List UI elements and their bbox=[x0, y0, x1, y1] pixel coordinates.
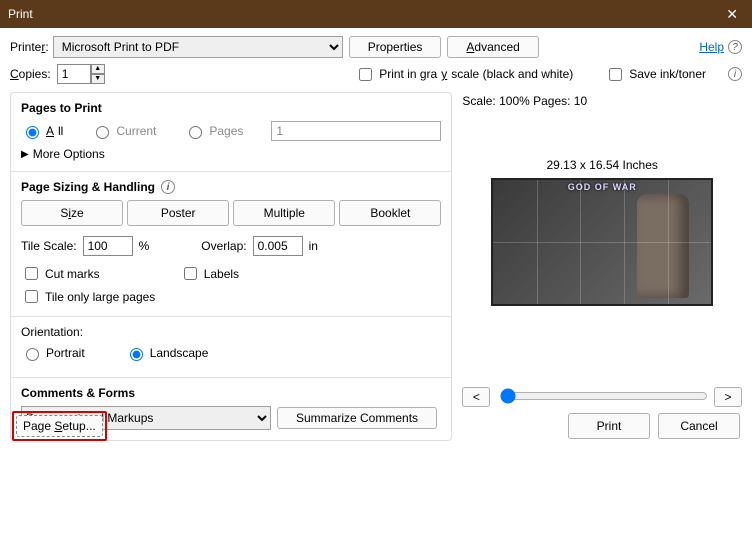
scale-pages-label: Scale: 100% Pages: 10 bbox=[462, 94, 587, 108]
more-options-toggle[interactable]: ▶More Options bbox=[21, 147, 441, 161]
booklet-button[interactable]: Booklet bbox=[339, 200, 441, 226]
pages-current-radio[interactable]: Current bbox=[91, 123, 156, 139]
prev-page-button[interactable]: < bbox=[462, 387, 490, 407]
zoom-slider[interactable] bbox=[500, 388, 708, 404]
poster-button[interactable]: Poster bbox=[127, 200, 229, 226]
size-button[interactable]: Size bbox=[21, 200, 123, 226]
percent-label: % bbox=[139, 239, 150, 253]
next-page-button[interactable]: > bbox=[714, 387, 742, 407]
tilescale-input[interactable] bbox=[83, 236, 133, 256]
window-title: Print bbox=[8, 7, 33, 21]
overlap-input[interactable] bbox=[253, 236, 303, 256]
unit-label: in bbox=[309, 239, 318, 253]
overlap-label: Overlap: bbox=[201, 239, 246, 253]
copies-down-button[interactable]: ▼ bbox=[91, 74, 105, 84]
copies-input[interactable] bbox=[57, 64, 91, 84]
copies-up-button[interactable]: ▲ bbox=[91, 64, 105, 74]
cancel-button[interactable]: Cancel bbox=[658, 413, 740, 439]
printer-select[interactable]: Microsoft Print to PDF bbox=[53, 36, 343, 58]
comments-heading: Comments & Forms bbox=[21, 386, 441, 400]
tilelarge-checkbox[interactable]: Tile only large pages bbox=[21, 287, 155, 306]
help-info-icon[interactable]: ? bbox=[728, 40, 742, 54]
sizing-heading: Page Sizing & Handlingi bbox=[21, 180, 441, 194]
preview-thumbnail: GOD OF WAR bbox=[491, 178, 713, 306]
pages-all-radio[interactable]: All bbox=[21, 123, 63, 139]
print-button[interactable]: Print bbox=[568, 413, 650, 439]
grayscale-checkbox[interactable]: Print in grayscale (black and white) bbox=[355, 65, 573, 84]
landscape-radio[interactable]: Landscape bbox=[125, 345, 209, 361]
copies-label: Copies: bbox=[10, 67, 51, 81]
pages-to-print-heading: Pages to Print bbox=[21, 101, 441, 115]
multiple-button[interactable]: Multiple bbox=[233, 200, 335, 226]
close-icon[interactable]: ✕ bbox=[720, 6, 744, 23]
properties-button[interactable]: Properties bbox=[349, 36, 442, 58]
tilescale-label: Tile Scale: bbox=[21, 239, 77, 253]
sizing-info-icon[interactable]: i bbox=[161, 180, 175, 194]
advanced-button[interactable]: Advanced bbox=[447, 36, 538, 58]
portrait-radio[interactable]: Portrait bbox=[21, 345, 85, 361]
help-link[interactable]: Help bbox=[699, 40, 724, 54]
printer-label: Printer: bbox=[10, 40, 49, 54]
pages-range-radio[interactable]: Pages bbox=[184, 123, 243, 139]
pages-range-input[interactable] bbox=[271, 121, 441, 141]
orientation-heading: Orientation: bbox=[21, 325, 441, 339]
dimensions-label: 29.13 x 16.54 Inches bbox=[546, 158, 657, 172]
saveink-checkbox[interactable]: Save ink/toner bbox=[605, 65, 706, 84]
labels-checkbox[interactable]: Labels bbox=[180, 264, 239, 283]
page-setup-button[interactable]: Page Setup... bbox=[16, 415, 103, 437]
cutmarks-checkbox[interactable]: Cut marks bbox=[21, 264, 100, 283]
saveink-info-icon[interactable]: i bbox=[728, 67, 742, 81]
